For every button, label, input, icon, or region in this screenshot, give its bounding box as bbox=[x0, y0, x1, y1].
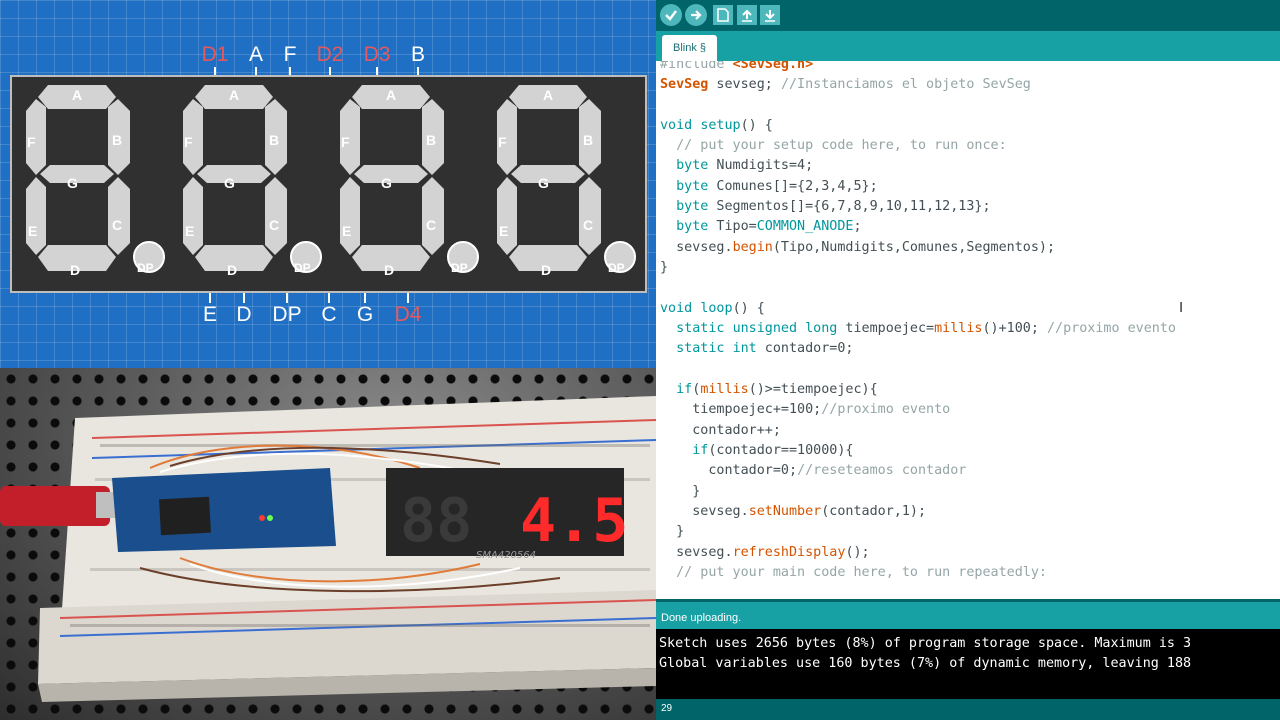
pin-label-bottom-c: C bbox=[321, 303, 337, 326]
code-line: sevseg.setNumber(contador,1); bbox=[660, 504, 927, 519]
svg-text:88: 88 bbox=[400, 486, 472, 556]
segment-diagram: D1 A F D2 D3 B A B C D E F G DP A B C D … bbox=[0, 0, 656, 368]
code-line: #include <SevSeg.h> bbox=[660, 61, 814, 72]
upload-icon[interactable] bbox=[685, 4, 707, 26]
status-text: Done uploading. bbox=[661, 612, 742, 624]
pin-line bbox=[328, 293, 330, 303]
pin-line bbox=[364, 293, 366, 303]
pin-label-top-d2: D2 bbox=[316, 43, 344, 66]
breadboard-illustration: SMA420564 4.5 88 bbox=[0, 396, 656, 702]
code-line: byte Tipo=COMMON_ANODE; bbox=[676, 219, 862, 234]
pin-label-top-b: B bbox=[410, 43, 425, 66]
ide-toolbar bbox=[656, 0, 1280, 31]
code-line: static int contador=0; bbox=[676, 341, 854, 356]
open-icon[interactable] bbox=[737, 5, 757, 25]
code-line: sevseg.refreshDisplay(); bbox=[660, 545, 870, 560]
code-line: byte Comunes[]={2,3,4,5}; bbox=[676, 179, 878, 194]
code-editor[interactable]: #include <SevSeg.h> SevSeg sevseg; //Ins… bbox=[656, 61, 1280, 599]
pin-label-bottom-d4: D4 bbox=[394, 303, 422, 326]
code-line: contador=0;//reseteamos contador bbox=[660, 463, 967, 478]
pin-label-bottom-d: D bbox=[236, 303, 252, 326]
pin-line bbox=[209, 293, 211, 303]
pin-line bbox=[243, 293, 245, 303]
code-line: // put your main code here, to run repea… bbox=[676, 565, 1047, 580]
footer-bar: 29 bbox=[656, 699, 1280, 720]
text-cursor-icon: I bbox=[1179, 299, 1184, 316]
verify-icon[interactable] bbox=[660, 4, 682, 26]
pin-line bbox=[407, 293, 409, 303]
code-line: byte Segmentos[]={6,7,8,9,10,11,12,13}; bbox=[676, 199, 991, 214]
output-console[interactable]: Sketch uses 2656 bytes (8%) of program s… bbox=[656, 629, 1280, 699]
pin-label-top-d1: D1 bbox=[201, 43, 229, 66]
code-line: byte Numdigits=4; bbox=[676, 158, 814, 173]
code-line: if(millis()>=tiempoejec){ bbox=[676, 382, 878, 397]
code-line: if(contador==10000){ bbox=[692, 443, 854, 458]
pin-label-top-f: F bbox=[283, 43, 297, 66]
code-line: void setup() { bbox=[660, 118, 773, 133]
code-line: void loop() { bbox=[660, 301, 765, 316]
code-line: SevSeg sevseg; //Instanciamos el objeto … bbox=[660, 77, 1031, 92]
pin-label-bottom-g: G bbox=[356, 303, 374, 326]
status-bar: Done uploading. bbox=[656, 599, 1280, 629]
code-line: } bbox=[660, 484, 701, 499]
pin-label-bottom-dp: DP bbox=[272, 303, 302, 326]
ide-tab-bar: Blink § bbox=[656, 31, 1280, 61]
display-outline bbox=[10, 75, 647, 293]
code-line: tiempoejec+=100;//proximo evento bbox=[660, 402, 951, 417]
code-line: contador++; bbox=[660, 423, 781, 438]
code-line: // put your setup code here, to run once… bbox=[676, 138, 1007, 153]
pin-label-top-d3: D3 bbox=[363, 43, 391, 66]
pin-line bbox=[286, 293, 288, 303]
new-icon[interactable] bbox=[713, 5, 733, 25]
console-line: Sketch uses 2656 bytes (8%) of program s… bbox=[659, 636, 1192, 651]
code-line: } bbox=[660, 524, 685, 539]
display-reading: 4.5 bbox=[520, 486, 628, 556]
save-icon[interactable] bbox=[760, 5, 780, 25]
line-number: 29 bbox=[661, 703, 673, 714]
console-line: Global variables use 160 bytes (7%) of d… bbox=[659, 656, 1192, 671]
tab-blink[interactable]: Blink § bbox=[662, 35, 718, 61]
arduino-ide: Blink § #include <SevSeg.h> SevSeg sevse… bbox=[656, 0, 1280, 720]
code-line: static unsigned long tiempoejec=millis()… bbox=[676, 321, 1176, 336]
code-line: } bbox=[660, 260, 669, 275]
code-line: sevseg.begin(Tipo,Numdigits,Comunes,Segm… bbox=[660, 240, 1056, 255]
breadboard-photo: SMA420564 4.5 88 bbox=[0, 368, 656, 720]
seven-segment-digits bbox=[25, 84, 636, 273]
